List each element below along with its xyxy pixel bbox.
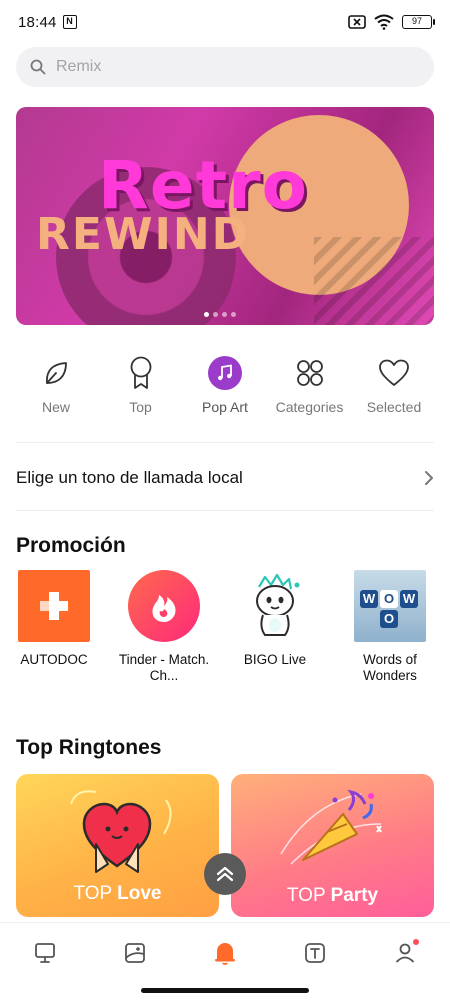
app-name: Tinder - Match. Ch... <box>118 652 210 683</box>
caption-name: Love <box>117 883 162 904</box>
app-tinder[interactable]: Tinder - Match. Ch... <box>108 570 220 684</box>
medal-icon <box>130 356 151 389</box>
chevron-right-icon <box>425 471 433 485</box>
promotion-apps: AUTODOC Tinder - Match. Ch... BIGO Live <box>0 570 450 684</box>
carousel-indicator <box>204 312 236 317</box>
double-chevron-up-icon <box>216 866 234 882</box>
app-name: Words of Wonders <box>363 652 417 683</box>
words-of-wonders-icon: W O W O <box>354 570 426 642</box>
four-petal-icon <box>296 360 323 386</box>
banner-subtitle: REWIND <box>36 209 251 260</box>
wallpaper-icon <box>125 942 145 963</box>
top-ringtones-title: Top Ringtones <box>16 736 162 759</box>
ringtone-card-party[interactable]: TOP Party <box>231 774 434 917</box>
tinder-flame-icon <box>128 570 200 642</box>
ringtone-card-love[interactable]: TOP Love <box>16 774 219 917</box>
category-new[interactable]: New <box>16 355 96 415</box>
carousel-dot <box>222 312 227 317</box>
bigo-mascot-icon <box>239 570 311 642</box>
category-label: Selected <box>366 399 422 415</box>
nfc-icon: N <box>62 15 77 29</box>
app-name: BIGO Live <box>243 652 307 667</box>
carousel-dot <box>213 312 218 317</box>
divider <box>16 442 434 443</box>
caption-name: Party <box>330 885 379 906</box>
text-tool-icon <box>305 942 325 963</box>
bottom-navigation <box>0 922 450 982</box>
home-indicator[interactable] <box>141 988 309 993</box>
category-selected[interactable]: Selected <box>354 355 434 415</box>
top-ringtones-cards: TOP Love TOP Party <box>16 774 434 917</box>
nav-text[interactable] <box>295 933 335 973</box>
battery-indicator: 97 <box>402 15 435 29</box>
nav-profile[interactable] <box>385 933 425 973</box>
nav-wallpapers[interactable] <box>115 933 155 973</box>
nav-ringtones[interactable] <box>25 933 65 973</box>
category-categories[interactable]: Categories <box>270 355 350 415</box>
app-words-of-wonders[interactable]: W O W O Words of Wonders <box>330 570 450 684</box>
heart-character-illustration <box>70 790 172 873</box>
heart-icon <box>379 359 409 386</box>
carousel-dot <box>204 312 209 317</box>
party-popper-illustration <box>280 789 382 865</box>
letter-tile: W <box>360 590 378 608</box>
promotion-title: Promoción <box>16 534 126 557</box>
search-bar[interactable] <box>16 47 434 87</box>
autodoc-icon <box>18 570 90 642</box>
divider <box>16 510 434 511</box>
letter-tile: W <box>400 590 418 608</box>
category-label: Top <box>129 399 152 415</box>
leaf-icon <box>46 362 67 384</box>
category-label: Categories <box>275 399 344 415</box>
caption-prefix: TOP <box>73 883 112 904</box>
local-ringtone-label: Elige un tono de llamada local <box>16 468 243 487</box>
category-label: New <box>41 399 70 415</box>
promo-banner[interactable]: Retro REWIND <box>16 107 434 325</box>
letter-tile: O <box>380 610 398 628</box>
category-top[interactable]: Top <box>101 355 181 415</box>
bell-icon <box>215 942 235 965</box>
category-label: Pop Art <box>202 399 248 415</box>
app-name: AUTODOC <box>20 652 88 667</box>
search-icon <box>30 59 46 75</box>
wifi-icon <box>374 14 394 30</box>
category-pop-art[interactable]: Pop Art <box>185 355 265 415</box>
status-bar: 18:44 N 97 <box>0 0 450 44</box>
app-bigo-live[interactable]: BIGO Live <box>220 570 330 684</box>
ringtone-card-caption: TOP Love <box>16 883 219 905</box>
phone-ringtone-icon <box>35 942 55 963</box>
nav-notifications[interactable] <box>205 933 245 973</box>
caption-prefix: TOP <box>286 885 326 906</box>
letter-tile: O <box>380 590 398 608</box>
music-note-icon <box>208 356 242 390</box>
local-ringtone-row[interactable]: Elige un tono de llamada local <box>16 458 434 498</box>
app-autodoc[interactable]: AUTODOC <box>0 570 108 684</box>
ringtone-card-caption: TOP Party <box>231 885 434 907</box>
category-shortcuts: New Top Pop Art Categories Selected <box>16 355 434 415</box>
carousel-dot <box>231 312 236 317</box>
status-time: 18:44 <box>18 13 57 31</box>
sim-disabled-icon <box>348 15 366 29</box>
turntable-graphic <box>314 237 434 325</box>
notification-dot <box>413 938 419 945</box>
scroll-to-top-button[interactable] <box>204 853 246 895</box>
search-input[interactable] <box>56 58 356 76</box>
